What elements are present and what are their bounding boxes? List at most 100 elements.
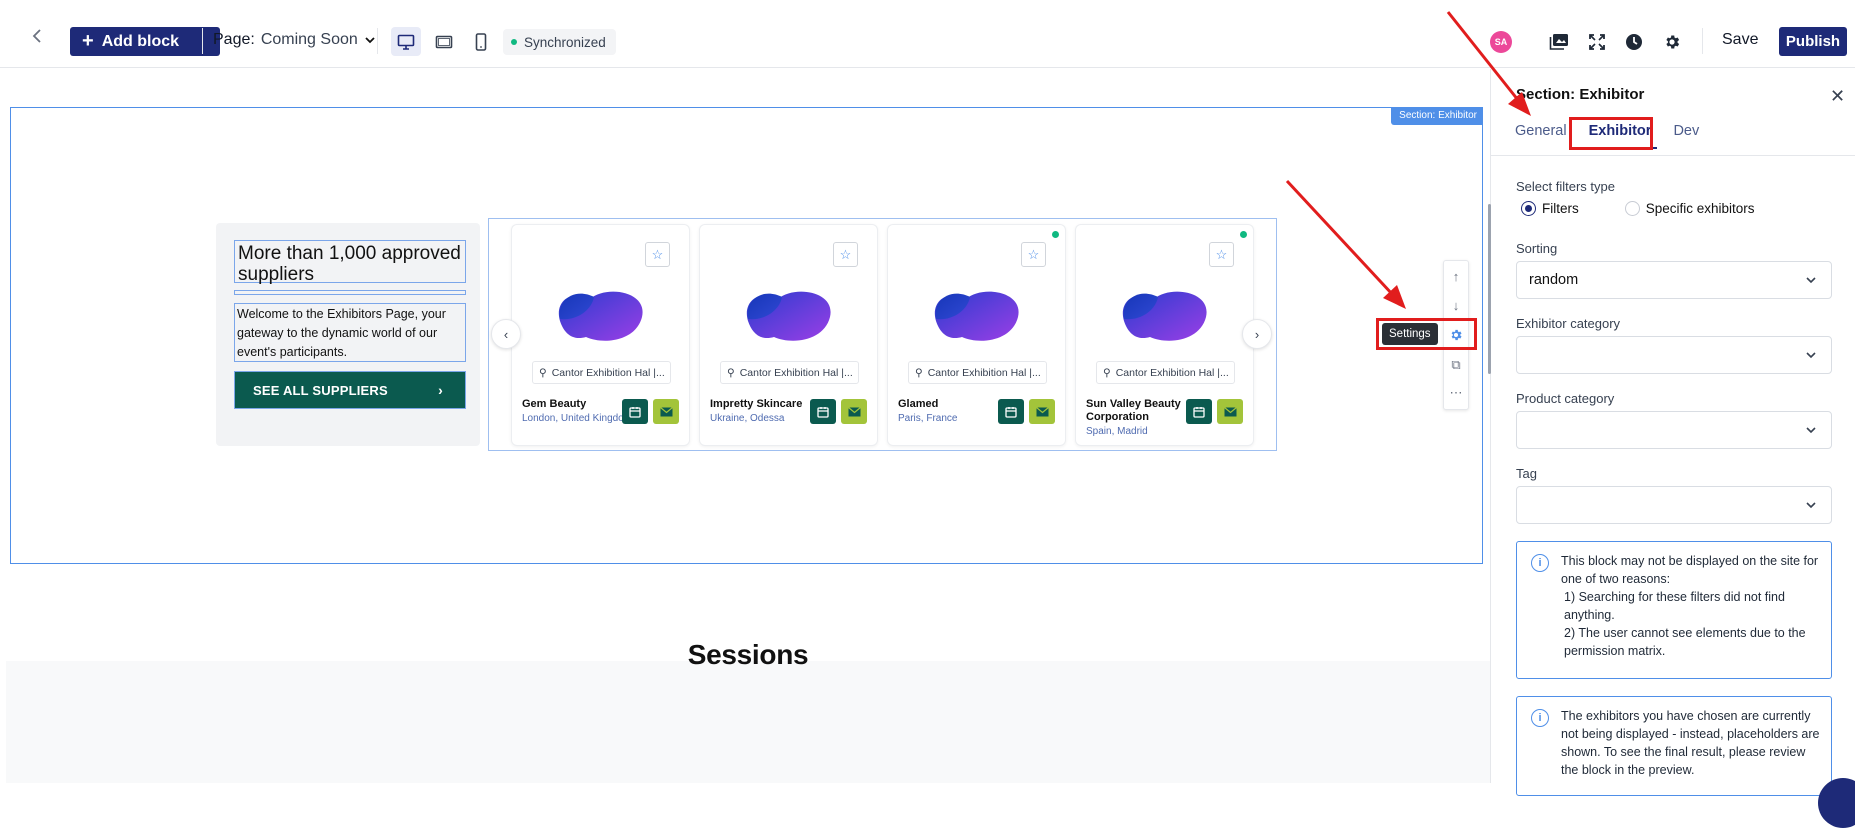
location-pin-icon: ⚲ — [915, 366, 923, 379]
star-favorite-icon[interactable]: ☆ — [1021, 242, 1046, 267]
duplicate-icon[interactable]: ⧉ — [1444, 353, 1468, 377]
chat-support-button[interactable] — [1818, 778, 1855, 828]
move-down-icon[interactable]: ↓ — [1444, 293, 1468, 317]
chevron-down-icon — [1806, 277, 1816, 284]
star-favorite-icon[interactable]: ☆ — [645, 242, 670, 267]
star-favorite-icon[interactable]: ☆ — [1209, 242, 1234, 267]
exhibitor-city: Paris, France — [898, 413, 958, 424]
chevron-right-icon: › — [438, 382, 443, 398]
mail-icon — [659, 406, 673, 416]
exhibitor-card[interactable]: ☆ ⚲ Cantor Exhibition Hal |... Impretty S… — [699, 224, 878, 446]
section-description[interactable]: Welcome to the Exhibitors Page, your gat… — [234, 303, 466, 362]
exhibitor-name: Gem Beauty — [522, 398, 587, 410]
publish-button[interactable]: Publish — [1779, 27, 1847, 56]
tag-label: Tag — [1516, 466, 1537, 481]
exhibitor-card[interactable]: ☆ ⚲ Cantor Exhibition Hal |... Gem Beauty… — [511, 224, 690, 446]
radio-filters-label: Filters — [1542, 201, 1579, 216]
fullscreen-icon — [1589, 34, 1605, 50]
tabs-divider — [1491, 155, 1855, 156]
tag-select[interactable] — [1516, 486, 1832, 524]
exhibitor-category-select[interactable] — [1516, 336, 1832, 374]
tab-dev[interactable]: Dev — [1667, 123, 1705, 149]
exhibitor-logo — [746, 291, 831, 341]
canvas-scrollbar[interactable] — [1488, 204, 1491, 374]
online-status-dot — [1052, 231, 1059, 238]
page-value: Coming Soon — [260, 31, 358, 48]
top-toolbar: + Add block Page: Coming Soon Synchroniz… — [0, 0, 1855, 68]
close-icon[interactable]: ✕ — [1830, 86, 1845, 107]
calendar-icon — [1193, 406, 1205, 418]
schedule-meeting-button[interactable] — [1186, 399, 1212, 424]
exhibitor-card[interactable]: ☆ ⚲ Cantor Exhibition Hal |... Sun Valley… — [1075, 224, 1254, 446]
add-block-label: Add block — [101, 32, 180, 50]
exhibitor-card[interactable]: ☆ ⚲ Cantor Exhibition Hal |... Glamed Par… — [887, 224, 1066, 446]
carousel-next-button[interactable]: › — [1242, 319, 1272, 349]
sessions-heading: Sessions — [687, 639, 809, 670]
save-button[interactable]: Save — [1722, 31, 1758, 49]
headline-divider[interactable] — [234, 290, 466, 295]
tablet-view-button[interactable] — [429, 27, 459, 56]
exhibitor-name: Glamed — [898, 398, 939, 410]
mobile-view-button[interactable] — [466, 27, 496, 56]
chevron-right-icon: › — [1254, 326, 1260, 342]
info-line: The exhibitors you have chosen are curre… — [1561, 709, 1820, 777]
intro-card: More than 1,000 approved suppliers Welco… — [216, 223, 480, 446]
send-message-button[interactable] — [841, 399, 867, 424]
location-pin-icon: ⚲ — [539, 366, 547, 379]
gear-icon — [1666, 35, 1680, 49]
filters-type-radio-group: Filters Specific exhibitors — [1521, 201, 1755, 216]
fullscreen-button[interactable] — [1586, 31, 1608, 53]
page-label: Page: — [213, 31, 255, 48]
exhibitor-logo — [934, 291, 1019, 341]
tablet-icon — [435, 35, 453, 48]
status-dot — [511, 39, 517, 45]
add-block-button[interactable]: + Add block — [70, 27, 220, 56]
send-message-button[interactable] — [653, 399, 679, 424]
settings-button[interactable] — [1661, 31, 1683, 53]
send-message-button[interactable] — [1217, 399, 1243, 424]
sorting-select[interactable]: random — [1516, 261, 1832, 299]
carousel-prev-button[interactable]: ‹ — [491, 319, 521, 349]
more-options-icon[interactable]: ⋯ — [1444, 381, 1468, 405]
product-category-select[interactable] — [1516, 411, 1832, 449]
see-all-suppliers-button[interactable]: SEE ALL SUPPLIERS › — [234, 371, 466, 409]
divider — [377, 28, 378, 54]
star-favorite-icon[interactable]: ☆ — [833, 242, 858, 267]
send-message-button[interactable] — [1029, 399, 1055, 424]
sync-status-text: Synchronized — [524, 34, 606, 50]
move-up-icon[interactable]: ↑ — [1444, 264, 1468, 288]
location-text: Cantor Exhibition Hal |... — [927, 366, 1041, 379]
cta-label: SEE ALL SUPPLIERS — [253, 382, 388, 398]
location-text: Cantor Exhibition Hal |... — [551, 366, 665, 379]
info-notice-filters: i This block may not be displayed on the… — [1516, 541, 1832, 679]
history-button[interactable] — [1623, 31, 1645, 53]
schedule-meeting-button[interactable] — [622, 399, 648, 424]
desktop-view-button[interactable] — [391, 27, 421, 56]
desktop-icon — [397, 34, 415, 50]
annotation-highlight-tab — [1569, 117, 1653, 150]
calendar-icon — [817, 406, 829, 418]
exhibitor-carousel: ☆ ⚲ Cantor Exhibition Hal |... Gem Beauty… — [488, 218, 1277, 451]
filters-type-label: Select filters type — [1516, 179, 1615, 194]
mail-icon — [1035, 406, 1049, 416]
user-avatar[interactable]: SA — [1490, 31, 1512, 53]
schedule-meeting-button[interactable] — [998, 399, 1024, 424]
media-library-button[interactable] — [1548, 31, 1570, 53]
editor-canvas: Section: Exhibitor More than 1,000 appro… — [6, 69, 1490, 783]
info-notice-placeholders: i The exhibitors you have chosen are cur… — [1516, 696, 1832, 796]
plus-icon: + — [82, 29, 94, 52]
info-line: 1) Searching for these filters did not f… — [1564, 590, 1785, 622]
page-selector[interactable]: Page: Coming Soon — [213, 31, 376, 49]
section-headline[interactable]: More than 1,000 approved suppliers — [234, 240, 466, 285]
schedule-meeting-button[interactable] — [810, 399, 836, 424]
tab-general[interactable]: General — [1509, 123, 1573, 149]
sorting-value: random — [1529, 272, 1579, 288]
mail-icon — [847, 406, 861, 416]
radio-specific-exhibitors[interactable] — [1624, 201, 1640, 216]
media-library-icon — [1549, 34, 1568, 50]
section-tag: Section: Exhibitor — [1391, 107, 1483, 125]
exhibitor-location: ⚲ Cantor Exhibition Hal |... — [532, 361, 671, 384]
exhibitor-city: Ukraine, Odessa — [710, 413, 785, 424]
radio-filters[interactable] — [1521, 201, 1536, 216]
back-chevron-icon[interactable] — [30, 28, 46, 44]
